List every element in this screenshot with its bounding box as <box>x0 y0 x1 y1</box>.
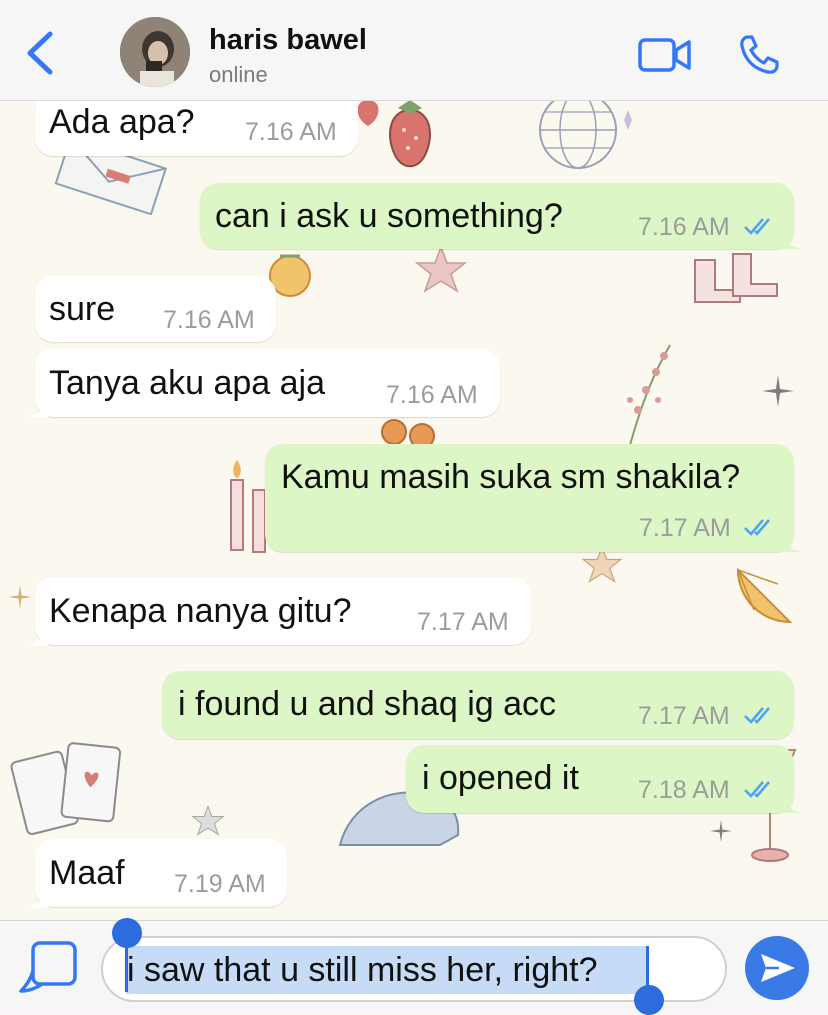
video-camera-icon[interactable] <box>638 37 692 73</box>
message-bubble-incoming[interactable]: Tanya aku apa aja 7.16 AM <box>26 349 500 417</box>
message-text: Ada apa? <box>49 103 195 141</box>
read-receipt-icon <box>744 707 770 724</box>
message-time: 7.17 AM <box>638 702 730 730</box>
message-text: i opened it <box>422 759 579 797</box>
sparkle-doodle <box>8 585 32 609</box>
bubble-tail <box>26 887 48 907</box>
message-bubble-outgoing[interactable]: i found u and shaq ig acc 7.17 AM <box>162 671 794 739</box>
message-bubble-incoming[interactable]: sure 7.16 AM <box>35 276 276 342</box>
message-time: 7.16 AM <box>163 306 255 334</box>
lemon-slice-doodle <box>736 567 793 624</box>
sparkle-doodle <box>762 375 794 407</box>
message-text: i found u and shaq ig acc <box>178 685 557 723</box>
message-bubble-outgoing[interactable]: Kamu masih suka sm shakila? 7.17 AM <box>265 444 803 552</box>
playing-cards-doodle <box>10 742 122 836</box>
read-receipt-icon <box>744 218 770 235</box>
bubble-tail <box>26 397 48 417</box>
message-text: Kamu masih suka sm shakila? <box>281 458 741 496</box>
message-time: 7.17 AM <box>417 608 509 636</box>
star-doodle <box>191 805 225 836</box>
message-text: sure <box>49 290 116 328</box>
boots-doodle <box>694 253 778 303</box>
message-time: 7.18 AM <box>638 776 730 804</box>
bubble-tail <box>26 625 48 645</box>
selection-start-handle[interactable] <box>112 918 142 948</box>
bubble-tail <box>781 793 803 813</box>
bubble-tail <box>781 532 803 552</box>
message-bubble-outgoing[interactable]: i opened it 7.18 AM <box>406 745 803 813</box>
star-doodle <box>414 245 468 293</box>
contact-status: online <box>209 62 268 87</box>
chevron-left-icon[interactable] <box>22 30 58 76</box>
selection-end-handle[interactable] <box>634 985 664 1015</box>
disco-ball-doodle <box>539 100 632 169</box>
sticker-icon[interactable] <box>18 939 80 995</box>
message-input-text[interactable]: i saw that u still miss her, right? <box>127 951 598 990</box>
message-composer: i saw that u still miss her, right? <box>0 918 828 1015</box>
send-button[interactable] <box>745 936 809 1000</box>
message-time: 7.16 AM <box>245 118 337 146</box>
sparkle-doodle <box>710 820 732 842</box>
message-text: can i ask u something? <box>215 197 563 235</box>
avatar[interactable] <box>120 17 190 87</box>
message-text: Maaf <box>49 854 125 892</box>
strawberry-doodle <box>389 100 431 168</box>
message-bubble-outgoing[interactable]: can i ask u something? 7.16 AM <box>200 183 803 249</box>
message-bubble-incoming[interactable]: Kenapa nanya gitu? 7.17 AM <box>26 577 531 645</box>
bubble-tail <box>781 229 803 249</box>
read-receipt-icon <box>744 781 770 798</box>
message-text: Tanya aku apa aja <box>49 364 325 402</box>
message-text: Kenapa nanya gitu? <box>49 592 352 630</box>
message-time: 7.16 AM <box>386 381 478 409</box>
message-bubble-incoming[interactable]: Maaf 7.19 AM <box>26 839 287 907</box>
send-arrow-icon <box>761 954 795 982</box>
message-time: 7.19 AM <box>174 870 266 898</box>
selection-start-caret[interactable] <box>125 946 128 992</box>
flower-branch-doodle <box>627 344 671 446</box>
message-time: 7.17 AM <box>639 514 731 542</box>
chat-header: haris bawel online <box>0 0 828 101</box>
phone-icon[interactable] <box>738 34 780 76</box>
contact-name[interactable]: haris bawel <box>209 24 367 57</box>
message-time: 7.16 AM <box>638 213 730 241</box>
read-receipt-icon <box>744 519 770 536</box>
message-bubble-incoming[interactable]: Ada apa? 7.16 AM <box>35 92 358 156</box>
